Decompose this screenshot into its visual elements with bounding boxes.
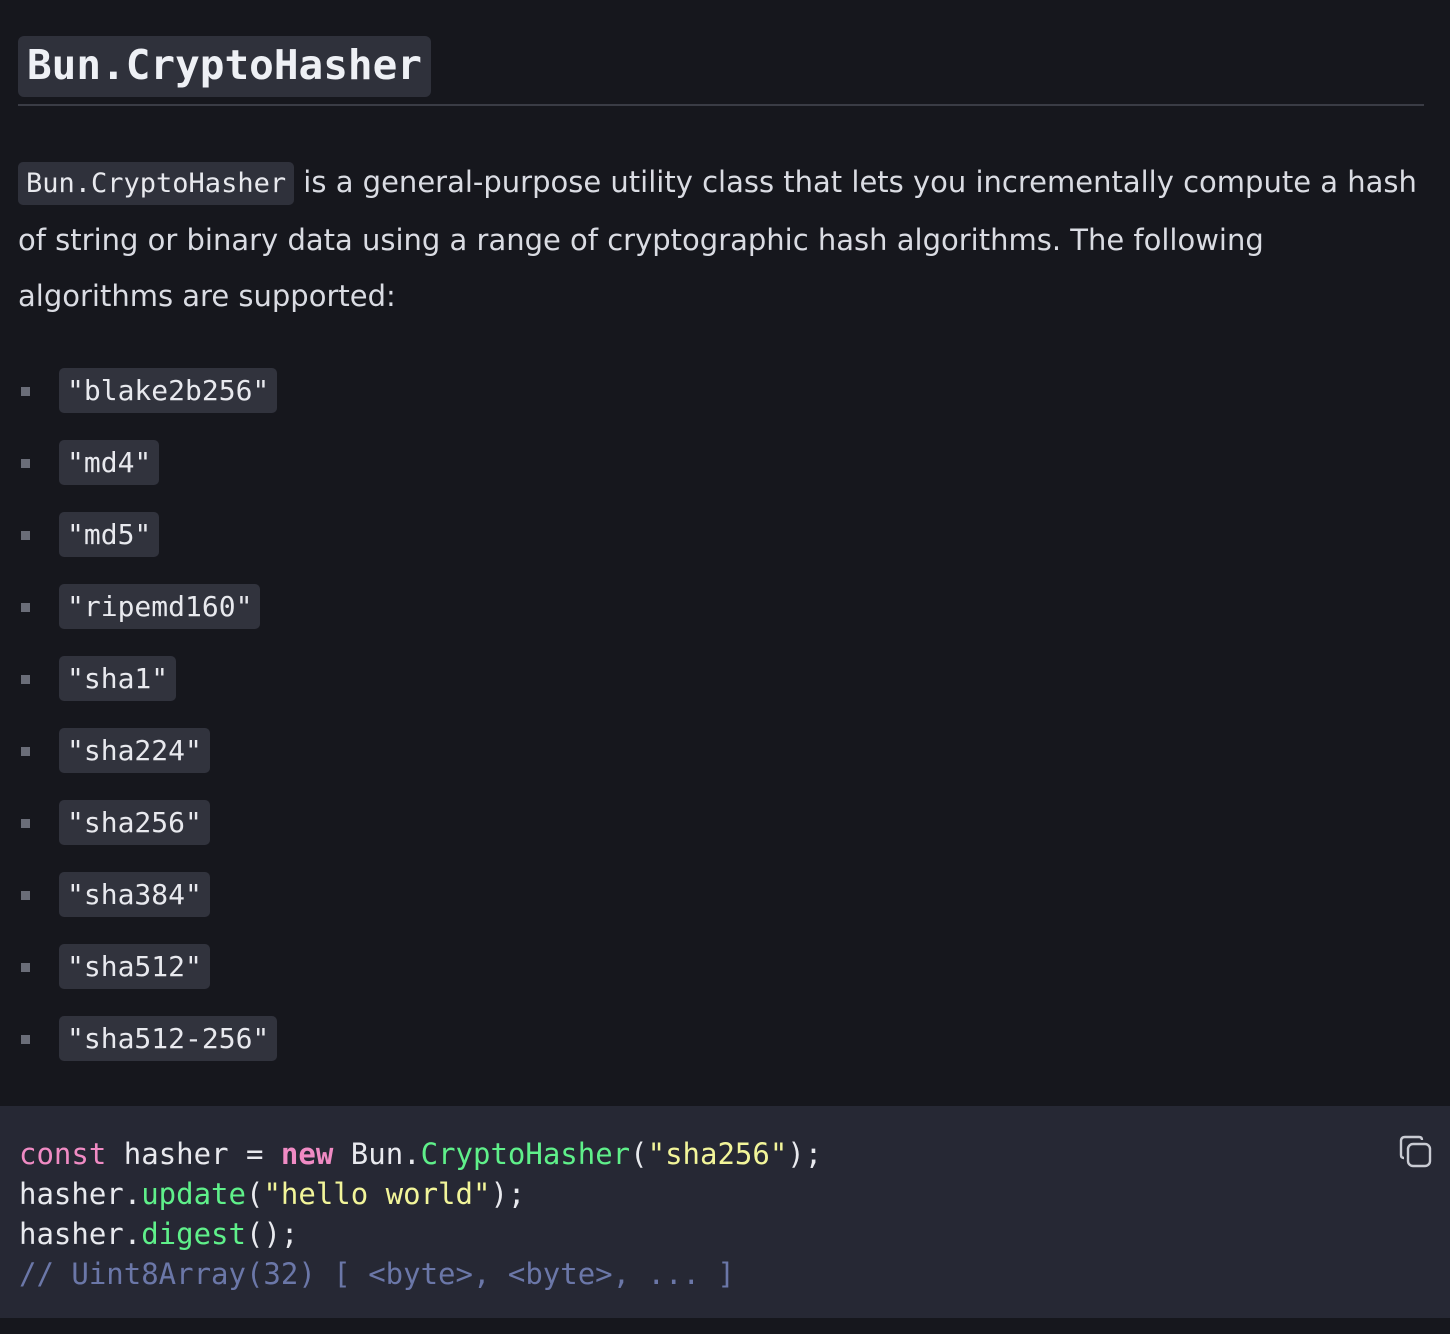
plain-token: ( xyxy=(630,1137,648,1171)
bullet-icon xyxy=(21,531,30,540)
bullet-icon xyxy=(21,675,30,684)
algorithm-code: "ripemd160" xyxy=(59,584,261,629)
comment-token: // Uint8Array(32) [ <byte>, <byte>, ... … xyxy=(19,1257,735,1291)
copy-button[interactable] xyxy=(1398,1134,1434,1170)
plain-token: ( xyxy=(245,1177,264,1211)
code-content: const hasher = new Bun.CryptoHasher("sha… xyxy=(19,1134,822,1294)
algorithm-code: "sha224" xyxy=(59,728,210,773)
section-heading: Bun.CryptoHasher xyxy=(18,36,431,97)
algorithm-code: "md5" xyxy=(59,512,160,557)
code-line-3: hasher.digest(); xyxy=(19,1217,298,1251)
code-line-4: // Uint8Array(32) [ <byte>, <byte>, ... … xyxy=(19,1257,735,1291)
string-token: "hello world" xyxy=(263,1177,491,1211)
algorithm-code: "sha256" xyxy=(59,800,210,845)
keyword-token: const xyxy=(19,1137,107,1171)
algorithm-code: "blake2b256" xyxy=(59,368,278,413)
function-token: update xyxy=(141,1177,246,1211)
function-token: CryptoHasher xyxy=(420,1137,631,1171)
plain-token: Bun. xyxy=(333,1137,421,1171)
function-token: digest xyxy=(141,1217,246,1251)
plain-token: ); xyxy=(787,1137,823,1171)
bullet-icon xyxy=(21,459,30,468)
code-block: const hasher = new Bun.CryptoHasher("sha… xyxy=(0,1106,1450,1318)
plain-token: hasher. xyxy=(19,1217,142,1251)
keyword-token: new xyxy=(280,1137,334,1171)
bullet-icon xyxy=(21,747,30,756)
bullet-icon xyxy=(21,387,30,396)
section-heading-wrapper: Bun.CryptoHasher xyxy=(18,36,1424,106)
copy-icon xyxy=(1399,1135,1432,1168)
bullet-icon xyxy=(21,891,30,900)
bullet-icon xyxy=(21,819,30,828)
algorithm-code: "sha1" xyxy=(59,656,177,701)
plain-token: hasher = xyxy=(106,1137,281,1171)
plain-token: ); xyxy=(490,1177,526,1211)
intro-paragraph: Bun.CryptoHasher is a general-purpose ut… xyxy=(18,154,1424,324)
plain-token: (); xyxy=(245,1217,299,1251)
algorithm-code: "sha512" xyxy=(59,944,210,989)
bullet-icon xyxy=(21,1035,30,1044)
bullet-icon xyxy=(21,963,30,972)
algorithm-code: "sha384" xyxy=(59,872,210,917)
code-line-1: const hasher = new Bun.CryptoHasher("sha… xyxy=(19,1137,822,1171)
algorithm-code: "sha512-256" xyxy=(59,1016,278,1061)
plain-token: hasher. xyxy=(19,1177,142,1211)
algorithm-code: "md4" xyxy=(59,440,160,485)
bullet-icon xyxy=(21,603,30,612)
string-token: "sha256" xyxy=(647,1137,788,1171)
code-line-2: hasher.update("hello world"); xyxy=(19,1177,525,1211)
intro-inline-code: Bun.CryptoHasher xyxy=(18,162,295,205)
